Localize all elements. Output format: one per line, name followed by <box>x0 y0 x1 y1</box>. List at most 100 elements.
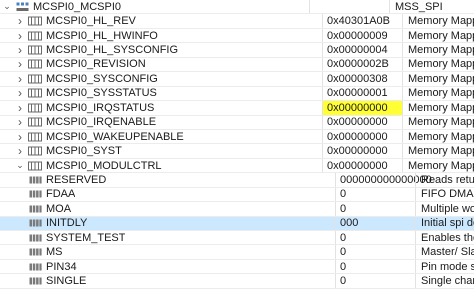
bitfield-icon <box>28 203 42 214</box>
chevron-down-icon[interactable]: ⌄ <box>2 1 12 12</box>
field-name: INITDLY <box>46 217 88 230</box>
register-description: Memory Mapped <box>402 57 474 72</box>
register-name: MCSPI0_SYSCONFIG <box>46 72 158 85</box>
chevron-right-icon[interactable]: › <box>15 29 25 43</box>
bitfield-icon <box>28 247 42 258</box>
tree-row-description: MSS_SPI <box>389 0 474 14</box>
field-value[interactable]: 0 <box>335 259 415 274</box>
register-row[interactable]: ⌄ MCSPI0_MODULCTRL 0x00000000Memory Mapped <box>0 158 474 174</box>
field-row[interactable]: SINGLE 0Single channel / <box>0 274 474 289</box>
chevron-right-icon[interactable]: › <box>15 130 25 144</box>
register-value[interactable]: 0x00000009 <box>322 28 402 43</box>
chevron-right-icon[interactable]: › <box>15 101 25 115</box>
field-description: Multiple word oc <box>415 202 474 216</box>
name-cell: › MCSPI0_REVISION <box>0 57 322 71</box>
register-row[interactable]: › MCSPI0_IRQSTATUS 0x00000000Memory Mapped <box>0 101 474 116</box>
name-cell: › MCSPI0_WAKEUPENABLE <box>0 130 322 144</box>
field-row[interactable]: MOA 0Multiple word oc <box>0 202 474 217</box>
name-cell: › MCSPI0_SYSSTATUS <box>0 86 322 100</box>
bitfield-icon <box>28 189 42 200</box>
register-row[interactable]: › MCSPI0_WAKEUPENABLE 0x00000000 Memory Map… <box>0 129 474 145</box>
register-row[interactable]: › MCSPI0_HL_HWINFO 0x00000009Memory Mapped <box>0 28 474 44</box>
field-value[interactable]: 0 <box>335 187 415 202</box>
register-tree-table[interactable]: ⌄ MCSPI0_MCSPI0 MSS_SPI › MCSPI0_HL_REV 0x… <box>0 0 474 289</box>
chevron-down-icon[interactable]: ⌄ <box>15 160 25 171</box>
register-row[interactable]: › MCSPI0_IRQENABLE 0x00000000Memory Mapped <box>0 115 474 130</box>
chevron-right-icon[interactable]: › <box>15 14 25 28</box>
register-value[interactable]: 0x00000000 <box>322 144 402 158</box>
field-name: MS <box>46 246 63 259</box>
name-cell: › MCSPI0_HL_SYSCONFIG <box>0 43 322 57</box>
tree-row-root[interactable]: ⌄ MCSPI0_MCSPI0 MSS_SPI <box>0 0 474 15</box>
register-name: MCSPI0_WAKEUPENABLE <box>46 130 184 143</box>
register-value[interactable]: 0x00000000 <box>322 158 402 173</box>
register-value[interactable]: 0x00000000 <box>322 115 402 129</box>
chevron-right-icon[interactable]: › <box>15 86 25 100</box>
tree-row-value <box>309 0 389 14</box>
name-cell: › MCSPI0_IRQSTATUS <box>0 101 322 115</box>
field-name: PIN34 <box>46 260 77 273</box>
field-value[interactable]: 0 <box>335 274 415 288</box>
bitfield-icon <box>28 218 42 229</box>
field-name: MOA <box>46 202 72 215</box>
field-row[interactable]: INITDLY 000Initial spi delay fo <box>0 216 474 231</box>
register-icon <box>28 131 42 142</box>
chevron-right-icon[interactable]: › <box>15 144 25 158</box>
name-cell: › MCSPI0_HL_REV <box>0 14 322 28</box>
register-name: MCSPI0_HL_HWINFO <box>46 29 158 42</box>
register-description: Memory Mapped <box>402 14 474 28</box>
register-row[interactable]: › MCSPI0_HL_REV 0x40301A0BMemory Mapped <box>0 14 474 29</box>
register-value[interactable]: 0x00000001 <box>322 86 402 101</box>
register-description: Memory Mapped <box>402 86 474 101</box>
field-value[interactable]: 0 <box>335 202 415 216</box>
field-description: Enables the syste <box>415 231 474 245</box>
register-description: Memory Mapped <box>402 43 474 57</box>
register-row[interactable]: › MCSPI0_SYST 0x00000000Memory Mapped <box>0 144 474 159</box>
register-row[interactable]: › MCSPI0_SYSSTATUS 0x00000001Memory Mapped <box>0 86 474 102</box>
register-value[interactable]: 0x00000000 <box>322 101 402 115</box>
register-value[interactable]: 0x00000308 <box>322 72 402 86</box>
register-row[interactable]: › MCSPI0_SYSCONFIG 0x00000308Memory Mapped <box>0 72 474 87</box>
register-icon <box>28 59 42 70</box>
field-value[interactable]: 000 <box>335 216 415 230</box>
field-name: FDAA <box>46 188 76 201</box>
field-value[interactable]: 0 <box>335 245 415 259</box>
field-value[interactable]: 0 <box>335 231 415 245</box>
field-description: Master/ Slave <box>415 245 474 259</box>
field-row[interactable]: FDAA 0FIFO DMA Addre <box>0 187 474 203</box>
field-value[interactable]: 000000000000000 <box>335 173 432 187</box>
chevron-right-icon[interactable]: › <box>15 115 25 129</box>
name-cell: › MCSPI0_IRQENABLE <box>0 115 322 129</box>
field-description: Initial spi delay fo <box>415 216 474 230</box>
field-row[interactable]: RESERVED 000000000000000Reads returns 0 <box>0 173 474 188</box>
register-value[interactable]: 0x0000002B <box>322 57 402 72</box>
field-name: RESERVED <box>46 173 107 186</box>
register-description: Memory Mapped <box>402 158 474 173</box>
register-value[interactable]: 0x00000000 <box>322 129 402 144</box>
register-name: MCSPI0_MODULCTRL <box>46 159 162 172</box>
field-row[interactable]: SYSTEM_TEST 0Enables the syste <box>0 231 474 246</box>
register-icon <box>28 16 42 27</box>
register-icon <box>28 160 42 171</box>
register-row[interactable]: › MCSPI0_HL_SYSCONFIG 0x00000004 Memory Map… <box>0 43 474 58</box>
register-description: Memory Mapped <box>402 115 474 129</box>
field-description: Single channel / <box>415 274 474 288</box>
field-row[interactable]: PIN34 0Pin mode selectio <box>0 259 474 275</box>
bitfield-icon <box>28 276 42 287</box>
register-name: MCSPI0_REVISION <box>46 58 146 71</box>
chevron-right-icon[interactable]: › <box>15 43 25 57</box>
chevron-right-icon[interactable]: › <box>15 57 25 71</box>
register-name: MCSPI0_IRQSTATUS <box>46 101 155 114</box>
field-row[interactable]: MS 0Master/ Slave <box>0 245 474 260</box>
name-cell: › MCSPI0_SYST <box>0 144 322 158</box>
register-value[interactable]: 0x40301A0B <box>322 14 402 28</box>
register-value[interactable]: 0x00000004 <box>322 43 402 57</box>
register-row[interactable]: › MCSPI0_REVISION 0x0000002BMemory Mapped <box>0 57 474 73</box>
register-icon <box>28 73 42 84</box>
register-description: Memory Mapped <box>402 28 474 43</box>
register-name: MCSPI0_IRQENABLE <box>46 116 157 129</box>
chevron-right-icon[interactable]: › <box>15 72 25 86</box>
name-cell: MS <box>0 245 335 258</box>
field-description: FIFO DMA Addre <box>415 187 474 202</box>
register-icon <box>28 45 42 56</box>
